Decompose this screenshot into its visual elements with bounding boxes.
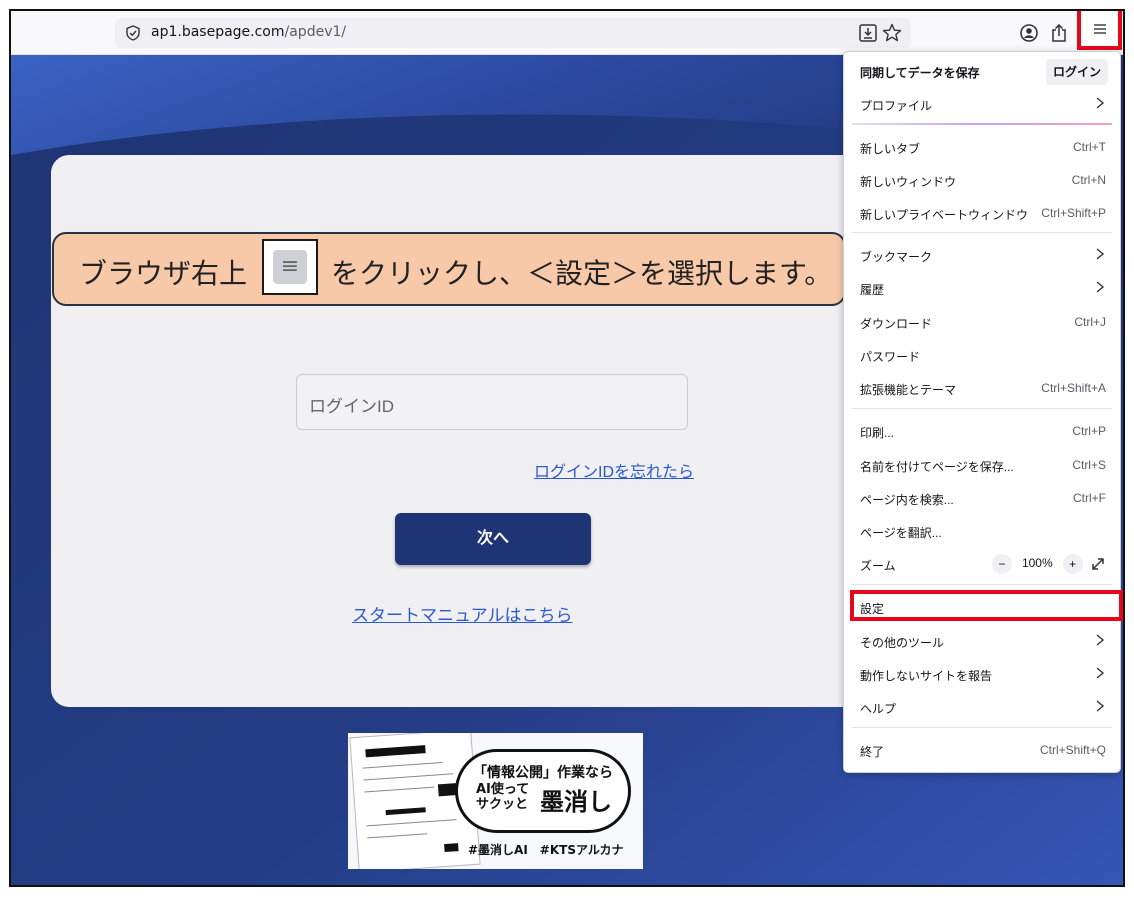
menu-item-label: パスワード	[860, 350, 921, 364]
menu-item-shortcut: Ctrl+F	[1073, 491, 1106, 505]
menu-item-shortcut: Ctrl+Shift+P	[1041, 206, 1106, 220]
menu-item-label: 新しいタブ	[860, 142, 921, 156]
app-menu-panel: 同期してデータを保存 ログイン プロファイル 新しいタブ Ctrl+T 新しいウ…	[843, 51, 1121, 773]
menu-item-shortcut: Ctrl+J	[1074, 315, 1106, 329]
menu-item-zoom: ズーム − 100% +	[852, 550, 1112, 578]
chevron-right-icon	[1096, 634, 1105, 646]
menu-login-button[interactable]: ログイン	[1046, 59, 1108, 85]
menu-separator	[852, 727, 1112, 728]
menu-item-help[interactable]: ヘルプ	[852, 693, 1112, 721]
chevron-right-icon	[1096, 667, 1105, 679]
menu-item-shortcut: Ctrl+Shift+Q	[1039, 743, 1106, 757]
menu-item-shortcut: Ctrl+S	[1072, 458, 1106, 472]
banner-speech-bubble: 「情報公開」作業なら AI使って サクッと 墨消し	[455, 749, 631, 833]
screenshot-frame: ap1.basepage.com/apdev1/ ログインID ログインIDを忘…	[9, 9, 1125, 887]
settings-highlight-box	[850, 590, 1123, 621]
hamburger-menu-icon	[1094, 24, 1106, 34]
menu-item-label: 動作しないサイトを報告	[860, 669, 993, 683]
menu-item-label: プロファイル	[860, 99, 933, 113]
menu-item-shortcut: Ctrl+P	[1072, 424, 1106, 438]
menu-item-label: 拡張機能とテーマ	[860, 383, 957, 397]
url-domain: ap1.basepage.com	[151, 24, 285, 40]
zoom-level[interactable]: 100%	[1015, 556, 1059, 570]
menu-item-save-page[interactable]: 名前を付けてページを保存... Ctrl+S	[852, 451, 1112, 479]
menu-item-label: 履歴	[860, 283, 885, 297]
menu-item-label: ヘルプ	[860, 702, 897, 716]
menu-item-label: 新しいウィンドウ	[860, 175, 957, 189]
menu-separator	[852, 123, 1112, 125]
zoom-controls: − 100% +	[991, 554, 1108, 574]
menu-item-label: その他のツール	[860, 636, 945, 650]
hamburger-icon: ≡	[273, 250, 307, 284]
chevron-right-icon	[1096, 97, 1105, 109]
share-icon[interactable]	[1048, 22, 1070, 44]
menu-item-label: 終了	[860, 745, 885, 759]
fullscreen-icon[interactable]	[1088, 554, 1108, 574]
banner-line1: 「情報公開」作業なら	[473, 765, 613, 781]
bookmark-star-icon[interactable]	[881, 22, 903, 44]
account-icon[interactable]	[1018, 22, 1040, 44]
menu-item-history[interactable]: 履歴	[852, 274, 1112, 302]
menu-item-profile[interactable]: プロファイル	[852, 90, 1112, 118]
menu-item-label: 印刷...	[860, 426, 895, 440]
menu-item-more-tools[interactable]: その他のツール	[852, 627, 1112, 655]
menu-item-report-broken-site[interactable]: 動作しないサイトを報告	[852, 660, 1112, 688]
menu-item-quit[interactable]: 終了 Ctrl+Shift+Q	[852, 736, 1112, 764]
callout-text-before: ブラウザ右上	[79, 257, 248, 290]
menu-separator	[852, 408, 1112, 409]
start-manual-link[interactable]: スタートマニュアルはこちら	[352, 601, 573, 626]
menu-item-new-private-window[interactable]: 新しいプライベートウィンドウ Ctrl+Shift+P	[852, 199, 1112, 227]
menu-item-label: ダウンロード	[860, 317, 933, 331]
forgot-login-id-link[interactable]: ログインIDを忘れたら	[534, 458, 694, 482]
menu-item-translate-page[interactable]: ページを翻訳...	[852, 517, 1112, 545]
chevron-right-icon	[1096, 281, 1105, 293]
menu-item-bookmarks[interactable]: ブックマーク	[852, 241, 1112, 269]
callout-text-after: をクリックし、＜設定＞を選択します。	[331, 257, 833, 290]
menu-item-label: 名前を付けてページを保存...	[860, 460, 1014, 474]
url-path: /apdev1/	[284, 24, 347, 40]
menu-sync-row: 同期してデータを保存 ログイン	[852, 57, 1112, 85]
url-bar[interactable]: ap1.basepage.com/apdev1/	[115, 18, 911, 48]
menu-separator	[852, 232, 1112, 233]
zoom-out-button[interactable]: −	[991, 554, 1012, 574]
zoom-in-button[interactable]: +	[1062, 554, 1083, 574]
menu-item-label: ページを翻訳...	[860, 526, 942, 540]
menu-item-label: ページ内を検索...	[860, 493, 954, 507]
menu-separator	[852, 584, 1112, 585]
reader-download-icon[interactable]	[857, 22, 879, 44]
menu-item-new-window[interactable]: 新しいウィンドウ Ctrl+N	[852, 166, 1112, 194]
menu-item-find-in-page[interactable]: ページ内を検索... Ctrl+F	[852, 484, 1112, 512]
banner-big-text: 墨消し	[540, 788, 612, 816]
menu-item-downloads[interactable]: ダウンロード Ctrl+J	[852, 308, 1112, 336]
app-menu-button[interactable]	[1077, 11, 1122, 50]
banner-hashtags: #墨消しAI #KTSアルカナ	[468, 843, 624, 857]
browser-toolbar: ap1.basepage.com/apdev1/	[11, 11, 1123, 55]
ad-banner[interactable]: 「情報公開」作業なら AI使って サクッと 墨消し #墨消しAI #KTSアルカ…	[348, 733, 643, 869]
menu-item-extensions-themes[interactable]: 拡張機能とテーマ Ctrl+Shift+A	[852, 374, 1112, 402]
chevron-right-icon	[1096, 700, 1105, 712]
banner-line2a: AI使って	[476, 782, 530, 797]
menu-item-label: 新しいプライベートウィンドウ	[860, 208, 1029, 222]
menu-item-label: ブックマーク	[860, 250, 933, 264]
menu-item-new-tab[interactable]: 新しいタブ Ctrl+T	[852, 133, 1112, 161]
menu-item-shortcut: Ctrl+Shift+A	[1041, 381, 1106, 395]
banner-line2b: サクッと	[476, 797, 529, 812]
url-text: ap1.basepage.com/apdev1/	[151, 24, 346, 40]
menu-item-print[interactable]: 印刷... Ctrl+P	[852, 417, 1112, 445]
next-button[interactable]: 次へ	[395, 513, 591, 565]
banner-line2: AI使って サクッと	[476, 782, 529, 812]
menu-item-shortcut: Ctrl+T	[1073, 140, 1106, 154]
instruction-callout: ブラウザ右上 ≡ をクリックし、＜設定＞を選択します。	[52, 232, 846, 306]
menu-item-passwords[interactable]: パスワード	[852, 341, 1112, 369]
menu-item-shortcut: Ctrl+N	[1071, 173, 1106, 187]
menu-item-label: ズーム	[860, 559, 896, 573]
callout-menu-icon-frame: ≡	[262, 239, 318, 295]
shield-check-icon	[126, 25, 140, 41]
menu-sync-label: 同期してデータを保存	[860, 66, 980, 80]
chevron-right-icon	[1096, 248, 1105, 260]
login-id-input[interactable]: ログインID	[296, 374, 688, 430]
